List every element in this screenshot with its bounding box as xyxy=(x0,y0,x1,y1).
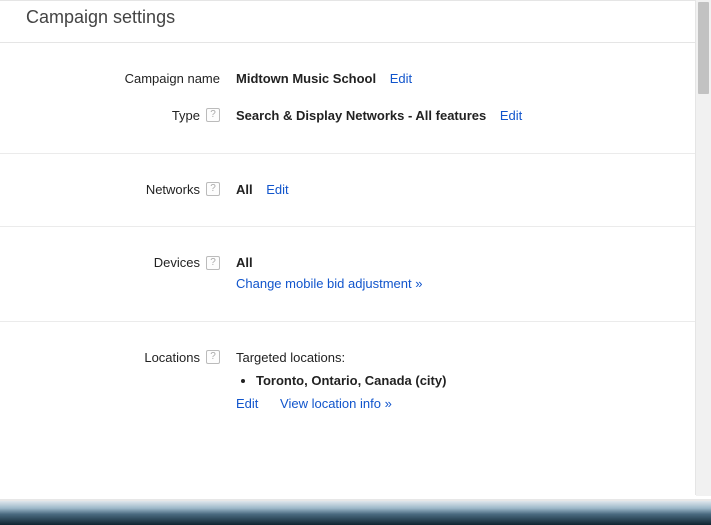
value-campaign-name: Midtown Music School xyxy=(236,71,376,86)
row-type: Type ? Search & Display Networks - All f… xyxy=(26,98,669,135)
locations-list: Toronto, Ontario, Canada (city) xyxy=(256,371,669,392)
row-campaign-name: Campaign name Midtown Music School Edit xyxy=(26,61,669,98)
taskbar xyxy=(0,499,711,525)
label-locations: Locations xyxy=(144,350,200,365)
settings-panel: Campaign settings Campaign name Midtown … xyxy=(0,0,696,495)
edit-locations-link[interactable]: Edit xyxy=(236,396,258,411)
section-general: Campaign name Midtown Music School Edit … xyxy=(0,43,695,154)
scrollbar-track[interactable] xyxy=(696,0,711,496)
help-icon[interactable]: ? xyxy=(206,182,220,196)
label-campaign-name: Campaign name xyxy=(125,71,220,86)
section-devices: Devices ? All Change mobile bid adjustme… xyxy=(0,227,695,322)
edit-campaign-name-link[interactable]: Edit xyxy=(390,71,412,86)
row-devices: Devices ? All Change mobile bid adjustme… xyxy=(26,245,669,303)
scrollbar-thumb[interactable] xyxy=(698,2,709,94)
row-locations: Locations ? Targeted locations: Toronto,… xyxy=(26,340,669,422)
edit-networks-link[interactable]: Edit xyxy=(266,182,288,197)
label-type: Type xyxy=(172,108,200,123)
help-icon[interactable]: ? xyxy=(206,350,220,364)
help-icon[interactable]: ? xyxy=(206,256,220,270)
row-networks: Networks ? All Edit xyxy=(26,172,669,209)
view-location-info-link[interactable]: View location info » xyxy=(280,396,392,411)
page-title: Campaign settings xyxy=(0,0,695,43)
list-item: Toronto, Ontario, Canada (city) xyxy=(256,371,669,392)
label-networks: Networks xyxy=(146,182,200,197)
help-icon[interactable]: ? xyxy=(206,108,220,122)
value-type: Search & Display Networks - All features xyxy=(236,108,486,123)
section-locations: Locations ? Targeted locations: Toronto,… xyxy=(0,322,695,440)
locations-intro: Targeted locations: xyxy=(236,348,669,369)
value-devices: All xyxy=(236,253,669,274)
section-networks: Networks ? All Edit xyxy=(0,154,695,228)
edit-type-link[interactable]: Edit xyxy=(500,108,522,123)
label-devices: Devices xyxy=(154,255,200,270)
change-mobile-bid-link[interactable]: Change mobile bid adjustment » xyxy=(236,276,422,291)
value-networks: All xyxy=(236,182,253,197)
